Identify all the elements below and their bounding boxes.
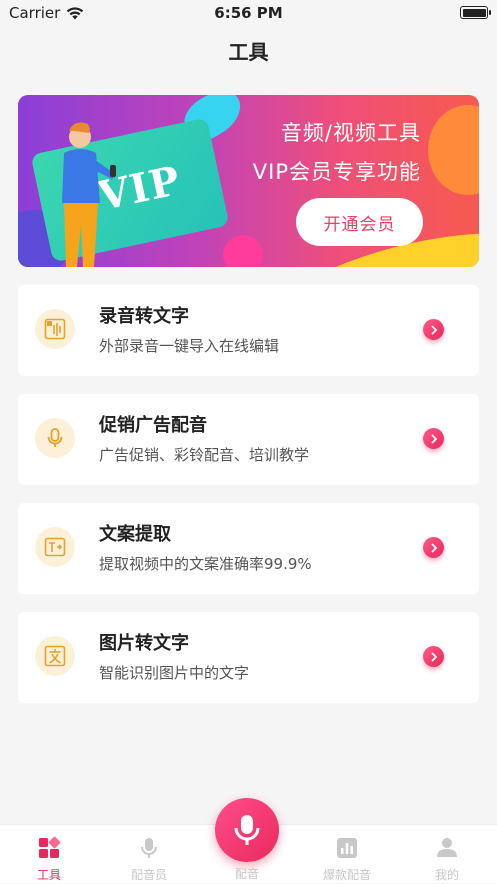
- tab-tools[interactable]: 工具: [9, 825, 89, 884]
- tool-description: 智能识别图片中的文字: [99, 664, 250, 682]
- microphone-icon: [35, 418, 75, 458]
- tool-description: 外部录音一键导入在线编辑: [99, 337, 280, 355]
- vip-banner[interactable]: VIP 音频/视频工具 VIP会员专享功能 开通会员: [18, 95, 479, 267]
- banner-subheadline: VIP会员专享功能: [252, 160, 421, 184]
- tab-label: 我的: [434, 868, 459, 882]
- tab-voiceover-label: 配音: [234, 867, 259, 881]
- banner-decoration: [428, 105, 479, 195]
- tool-card-promo-voiceover[interactable]: 促销广告配音 广告促销、彩铃配音、培训教学: [18, 394, 479, 485]
- page-title: 工具: [228, 40, 269, 64]
- text-extract-icon: [35, 527, 75, 567]
- audio-to-text-icon: [35, 309, 75, 349]
- chevron-right-icon[interactable]: [423, 537, 444, 558]
- bar-chart-icon: [337, 838, 357, 858]
- tool-title: 录音转文字: [99, 306, 189, 327]
- tab-hot-voiceover[interactable]: 爆款配音: [307, 825, 387, 884]
- chevron-right-icon[interactable]: [423, 428, 444, 449]
- tool-card-audio-to-text[interactable]: 录音转文字 外部录音一键导入在线编辑: [18, 285, 479, 376]
- tool-card-text-extract[interactable]: 文案提取 提取视频中的文案准确率99.9%: [18, 503, 479, 594]
- tool-description: 提取视频中的文案准确率99.9%: [99, 555, 312, 573]
- tab-label: 配音员: [130, 868, 167, 882]
- tool-card-image-to-text[interactable]: 图片转文字 智能识别图片中的文字: [18, 612, 479, 703]
- tools-grid-icon: [39, 836, 61, 858]
- microphone-icon: [234, 815, 260, 845]
- voiceover-record-button[interactable]: [215, 798, 279, 862]
- banner-decoration: [223, 235, 263, 267]
- tab-mine[interactable]: 我的: [407, 825, 487, 884]
- tab-voice-actors[interactable]: 配音员: [109, 825, 189, 884]
- status-bar: Carrier 6:56 PM: [0, 0, 497, 26]
- image-to-text-icon: [35, 636, 75, 676]
- tool-title: 图片转文字: [99, 633, 189, 654]
- status-time: 6:56 PM: [214, 4, 283, 22]
- banner-headline: 音频/视频工具: [280, 121, 421, 145]
- person-illustration: [62, 122, 116, 267]
- battery-icon: [460, 6, 491, 19]
- chevron-right-icon[interactable]: [423, 319, 444, 340]
- tool-title: 文案提取: [99, 524, 171, 545]
- open-membership-button[interactable]: 开通会员: [296, 198, 423, 246]
- chevron-right-icon[interactable]: [423, 646, 444, 667]
- tool-description: 广告促销、彩铃配音、培训教学: [99, 446, 310, 464]
- tool-title: 促销广告配音: [99, 415, 207, 436]
- tab-label: 工具: [36, 868, 61, 882]
- profile-icon: [437, 838, 457, 857]
- microphone-icon: [141, 838, 157, 858]
- tab-label: 爆款配音: [322, 868, 371, 882]
